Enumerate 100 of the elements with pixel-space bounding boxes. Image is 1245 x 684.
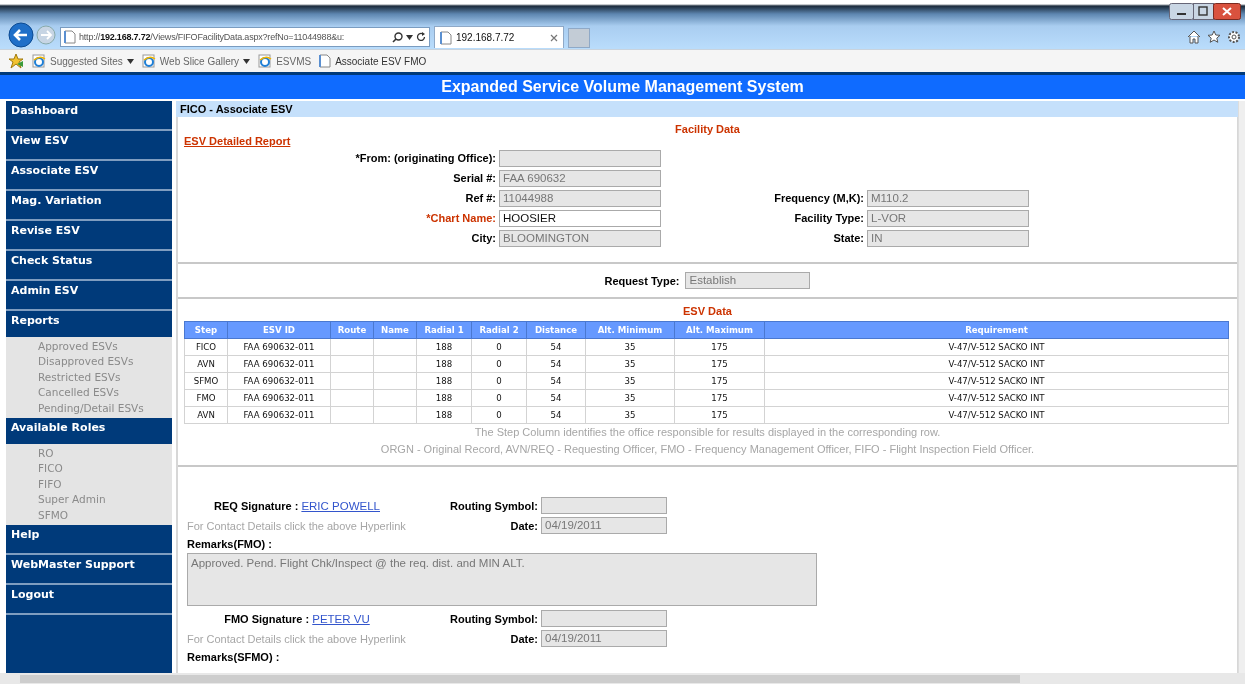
table-cell: AVN: [184, 406, 228, 424]
table-cell: 54: [526, 372, 586, 390]
hint-text: For Contact Details click the above Hyperlink: [187, 632, 407, 645]
table-cell: 188: [416, 389, 472, 407]
caret-icon[interactable]: [243, 58, 251, 64]
page-icon: [64, 30, 76, 44]
horizontal-scrollbar[interactable]: [20, 675, 1020, 683]
table-cell: SFMO: [184, 372, 228, 390]
table-cell: 35: [585, 389, 675, 407]
signature-link[interactable]: ERIC POWELL: [301, 499, 380, 512]
ie-icon: [141, 54, 156, 68]
field-label: Routing Symbol:: [449, 612, 538, 625]
vertical-scrollbar[interactable]: [1238, 101, 1245, 673]
table-cell: 175: [674, 406, 765, 424]
sidebar-item[interactable]: Dashboard: [6, 101, 172, 131]
field-label: City:: [470, 232, 496, 244]
readonly-field: 04/19/2011: [541, 630, 667, 647]
hint-text: For Contact Details click the above Hyperlink: [187, 519, 407, 532]
table-cell: 0: [471, 338, 527, 356]
sidebar-item[interactable]: Admin ESV: [6, 281, 172, 311]
page-title: FICO - Associate ESV: [176, 101, 1239, 117]
field-label: *Chart Name:: [425, 212, 496, 224]
table-cell: FAA 690632-011: [227, 389, 331, 407]
window-controls-drawing[interactable]: [1169, 3, 1241, 21]
readonly-field: IN: [867, 229, 1029, 247]
column-header: Route: [330, 321, 374, 339]
readonly-field: L-VOR: [867, 209, 1029, 227]
table-cell: 175: [674, 338, 765, 356]
table-cell: FAA 690632-011: [227, 372, 331, 390]
table-cell: 35: [585, 355, 675, 373]
field-label: Ref #:: [464, 192, 496, 204]
readonly-field: FAA 690632: [499, 169, 661, 187]
input-field[interactable]: HOOSIER: [499, 209, 661, 227]
table-cell: 35: [585, 338, 675, 356]
sidebar-item[interactable]: WebMaster Support: [6, 555, 172, 586]
report-link[interactable]: ESV Detailed Report: [184, 135, 291, 147]
field-label: Frequency (M,K):: [773, 192, 864, 204]
table-cell: 175: [674, 372, 765, 390]
sidebar-item[interactable]: Help: [6, 525, 172, 556]
legend-note: ORGN - Original Record, AVN/REQ - Requesting Officer, FMO - Frequency Management Officer, FIFO - Flight Inspection Field Officer.: [379, 442, 1036, 457]
star-icon[interactable]: [1207, 30, 1221, 44]
table-cell: 54: [526, 338, 586, 356]
table-cell: 175: [674, 389, 765, 407]
table-cell: 0: [471, 372, 527, 390]
table-cell: 0: [471, 406, 527, 424]
table-cell: 0: [471, 355, 527, 373]
field-label: *From: (originating Office):: [354, 152, 496, 164]
table-cell: 188: [416, 338, 472, 356]
signature-link[interactable]: PETER VU: [312, 612, 370, 625]
column-header: Requirement: [764, 321, 1229, 339]
settings-icon[interactable]: [1227, 30, 1241, 44]
sidebar-item[interactable]: Available Roles: [6, 418, 172, 445]
readonly-field: 11044988: [499, 189, 661, 207]
table-cell: 35: [585, 372, 675, 390]
address-field[interactable]: http://192.168.7.72/Views/FIFOFacilityData.aspx?refNo=11044988&u:: [60, 27, 430, 47]
table-cell: V-47/V-512 SACKO INT: [764, 355, 1229, 373]
table-cell: FAA 690632-011: [227, 355, 331, 373]
field-label: Routing Symbol:: [449, 499, 538, 512]
signature-label: REQ Signature :: [214, 499, 299, 512]
caret-icon[interactable]: [126, 58, 134, 64]
column-header: Alt. Minimum: [585, 321, 675, 339]
sidebar-item[interactable]: Check Status: [6, 251, 172, 281]
table-cell: 54: [526, 355, 586, 373]
favorites-link[interactable]: ESVMS: [258, 54, 312, 68]
favorites-link[interactable]: Suggested Sites: [32, 54, 134, 68]
caret-icon[interactable]: [406, 34, 413, 40]
sidebar-item[interactable]: View ESV: [6, 131, 172, 161]
close-icon[interactable]: [550, 33, 558, 42]
table-cell: 188: [416, 406, 472, 424]
sidebar-item[interactable]: Reports: [6, 311, 172, 337]
sidebar-item[interactable]: Mag. Variation: [6, 191, 172, 221]
remarks-field: Approved. Pend. Flight Chk/Inspect @ the req. dist. and MIN ALT.: [187, 553, 817, 606]
column-header: Step: [184, 321, 228, 339]
readonly-field: 04/19/2011: [541, 517, 667, 534]
field-label: Remarks(FMO) :: [186, 538, 273, 550]
search-icon[interactable]: [392, 31, 403, 43]
table-cell: 0: [471, 389, 527, 407]
column-header: Alt. Maximum: [674, 321, 765, 339]
table-cell: 188: [416, 355, 472, 373]
column-header: Radial 2: [471, 321, 527, 339]
refresh-icon[interactable]: [416, 32, 426, 42]
sidebar-item[interactable]: Revise ESV: [6, 221, 172, 251]
field-label: Facility Type:: [793, 212, 864, 224]
ie-icon: [258, 54, 273, 68]
favorites-link[interactable]: Web Slice Gallery: [141, 54, 251, 68]
sidebar-item[interactable]: Logout: [6, 585, 172, 616]
column-header: Distance: [526, 321, 586, 339]
favorites-link[interactable]: Associate ESV FMO: [319, 54, 427, 68]
table-cell: 54: [526, 406, 586, 424]
table-cell: FICO: [184, 338, 228, 356]
favorites-star-icon[interactable]: [8, 53, 24, 69]
table-cell: 188: [416, 372, 472, 390]
table-cell: V-47/V-512 SACKO INT: [764, 338, 1229, 356]
home-icon[interactable]: [1187, 30, 1201, 44]
field-label: Request Type:: [604, 274, 680, 287]
table-cell: FAA 690632-011: [227, 338, 331, 356]
sidebar-item[interactable]: Associate ESV: [6, 161, 172, 191]
field-label: Date:: [509, 519, 538, 532]
table-cell: 35: [585, 406, 675, 424]
browser-tab[interactable]: 192.168.7.72: [434, 26, 564, 48]
